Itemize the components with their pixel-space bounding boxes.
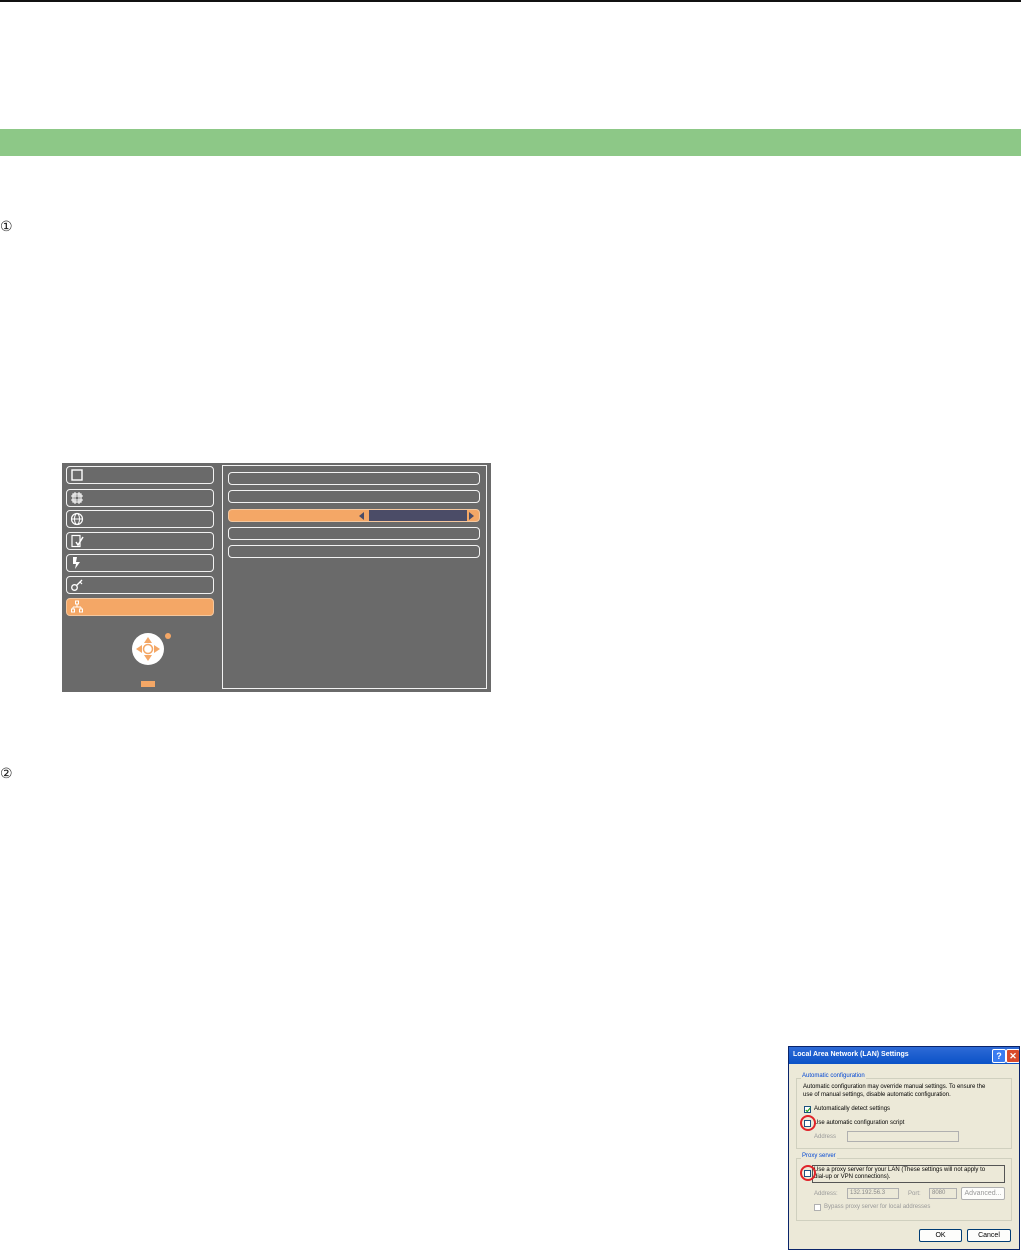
proxy-server-legend: Proxy server bbox=[801, 1153, 837, 1159]
section-header-bar bbox=[0, 129, 1021, 156]
step-1-marker: ① bbox=[0, 218, 13, 234]
dialog-title-bar: Local Area Network (LAN) Settings ? ✕ bbox=[789, 1047, 1019, 1064]
menu-item-network[interactable] bbox=[66, 598, 214, 616]
menu-item-picture[interactable] bbox=[66, 489, 214, 507]
checkmark-icon bbox=[805, 1107, 811, 1113]
auto-detect-label: Automatically detect settings bbox=[814, 1106, 891, 1112]
auto-config-description-line2: use of manual settings, disable automati… bbox=[803, 1092, 951, 1098]
menu-option-row[interactable] bbox=[228, 527, 480, 540]
auto-detect-checkbox[interactable] bbox=[804, 1106, 811, 1113]
menu-item-setting[interactable] bbox=[66, 532, 214, 550]
option-value-box bbox=[369, 510, 467, 521]
ok-button[interactable]: OK bbox=[919, 1229, 962, 1242]
advanced-button[interactable]: Advanced... bbox=[961, 1187, 1005, 1200]
menu-item-security[interactable] bbox=[66, 576, 214, 594]
indicator-dot bbox=[165, 633, 171, 639]
script-address-input[interactable] bbox=[847, 1131, 959, 1142]
menu-item-language[interactable] bbox=[66, 510, 214, 528]
top-rule bbox=[0, 0, 1021, 2]
security-key-icon bbox=[71, 579, 83, 591]
dialog-title: Local Area Network (LAN) Settings bbox=[793, 1051, 909, 1058]
close-button[interactable]: ✕ bbox=[1006, 1049, 1019, 1063]
menu-button-indicator bbox=[141, 681, 155, 687]
bypass-local-checkbox[interactable] bbox=[814, 1204, 821, 1211]
proxy-address-input[interactable]: 132.192.56.3 bbox=[847, 1188, 899, 1199]
menu-option-row[interactable] bbox=[228, 472, 480, 485]
bypass-local-label: Bypass proxy server for local addresses bbox=[824, 1204, 931, 1210]
dpad-guide-icon bbox=[132, 633, 164, 665]
proxy-address-label: Address: bbox=[814, 1191, 838, 1197]
cancel-button[interactable]: Cancel bbox=[967, 1229, 1011, 1242]
auto-config-script-label: Use automatic configuration script bbox=[814, 1120, 905, 1126]
automatic-configuration-legend: Automatic configuration bbox=[801, 1073, 866, 1079]
network-icon bbox=[71, 600, 83, 613]
use-proxy-label-line2: dial-up or VPN connections). bbox=[814, 1174, 891, 1180]
menu-option-row[interactable] bbox=[228, 545, 480, 558]
screen-icon bbox=[71, 469, 83, 481]
setting-check-icon bbox=[71, 534, 84, 548]
menu-item-power[interactable] bbox=[66, 554, 214, 572]
proxy-port-input[interactable]: 8080 bbox=[929, 1188, 957, 1199]
picture-icon bbox=[71, 492, 83, 504]
menu-option-row[interactable] bbox=[228, 490, 480, 503]
proxy-port-label: Port: bbox=[908, 1191, 921, 1197]
highlight-circle bbox=[800, 1115, 816, 1131]
script-address-label: Address bbox=[814, 1134, 837, 1140]
menu-option-row-selected[interactable] bbox=[228, 509, 480, 522]
auto-config-description-line1: Automatic configuration may override man… bbox=[803, 1084, 986, 1090]
menu-options-panel bbox=[222, 465, 487, 689]
arrow-left-icon[interactable] bbox=[359, 512, 364, 520]
highlight-circle bbox=[800, 1165, 816, 1181]
arrow-right-icon[interactable] bbox=[469, 512, 474, 520]
use-proxy-label-line1: Use a proxy server for your LAN (These s… bbox=[814, 1167, 986, 1173]
step-2-marker: ② bbox=[0, 765, 13, 781]
lan-settings-dialog: Local Area Network (LAN) Settings ? ✕ Au… bbox=[788, 1046, 1020, 1250]
help-button[interactable]: ? bbox=[992, 1049, 1006, 1063]
onscreen-menu bbox=[62, 463, 491, 692]
language-globe-icon bbox=[70, 512, 84, 526]
power-management-icon bbox=[73, 557, 80, 569]
menu-category-list bbox=[66, 466, 215, 688]
menu-item-screen[interactable] bbox=[66, 466, 214, 484]
